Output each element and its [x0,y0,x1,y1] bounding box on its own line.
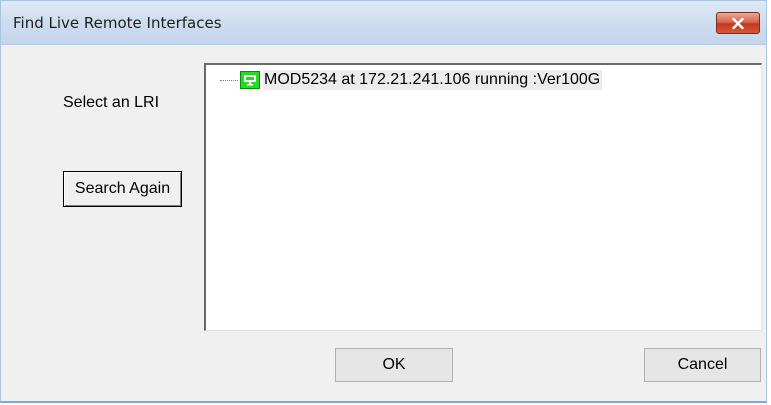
tree-item-label: MOD5234 at 172.21.241.106 running :Ver10… [263,70,603,90]
tree-item[interactable]: MOD5234 at 172.21.241.106 running :Ver10… [220,69,603,91]
select-lri-label: Select an LRI [63,94,160,111]
title-bar[interactable]: Find Live Remote Interfaces [1,1,766,45]
dialog-window: Find Live Remote Interfaces Select an LR… [0,0,767,403]
tree-connector-line [220,79,238,81]
window-title: Find Live Remote Interfaces [13,14,222,32]
search-again-button[interactable]: Search Again [63,171,182,207]
lri-tree-view[interactable]: MOD5234 at 172.21.241.106 running :Ver10… [204,63,762,331]
close-button[interactable] [716,12,760,34]
cancel-button[interactable]: Cancel [644,348,761,382]
close-icon [732,17,744,29]
network-device-icon [240,71,260,89]
ok-button[interactable]: OK [335,348,453,382]
